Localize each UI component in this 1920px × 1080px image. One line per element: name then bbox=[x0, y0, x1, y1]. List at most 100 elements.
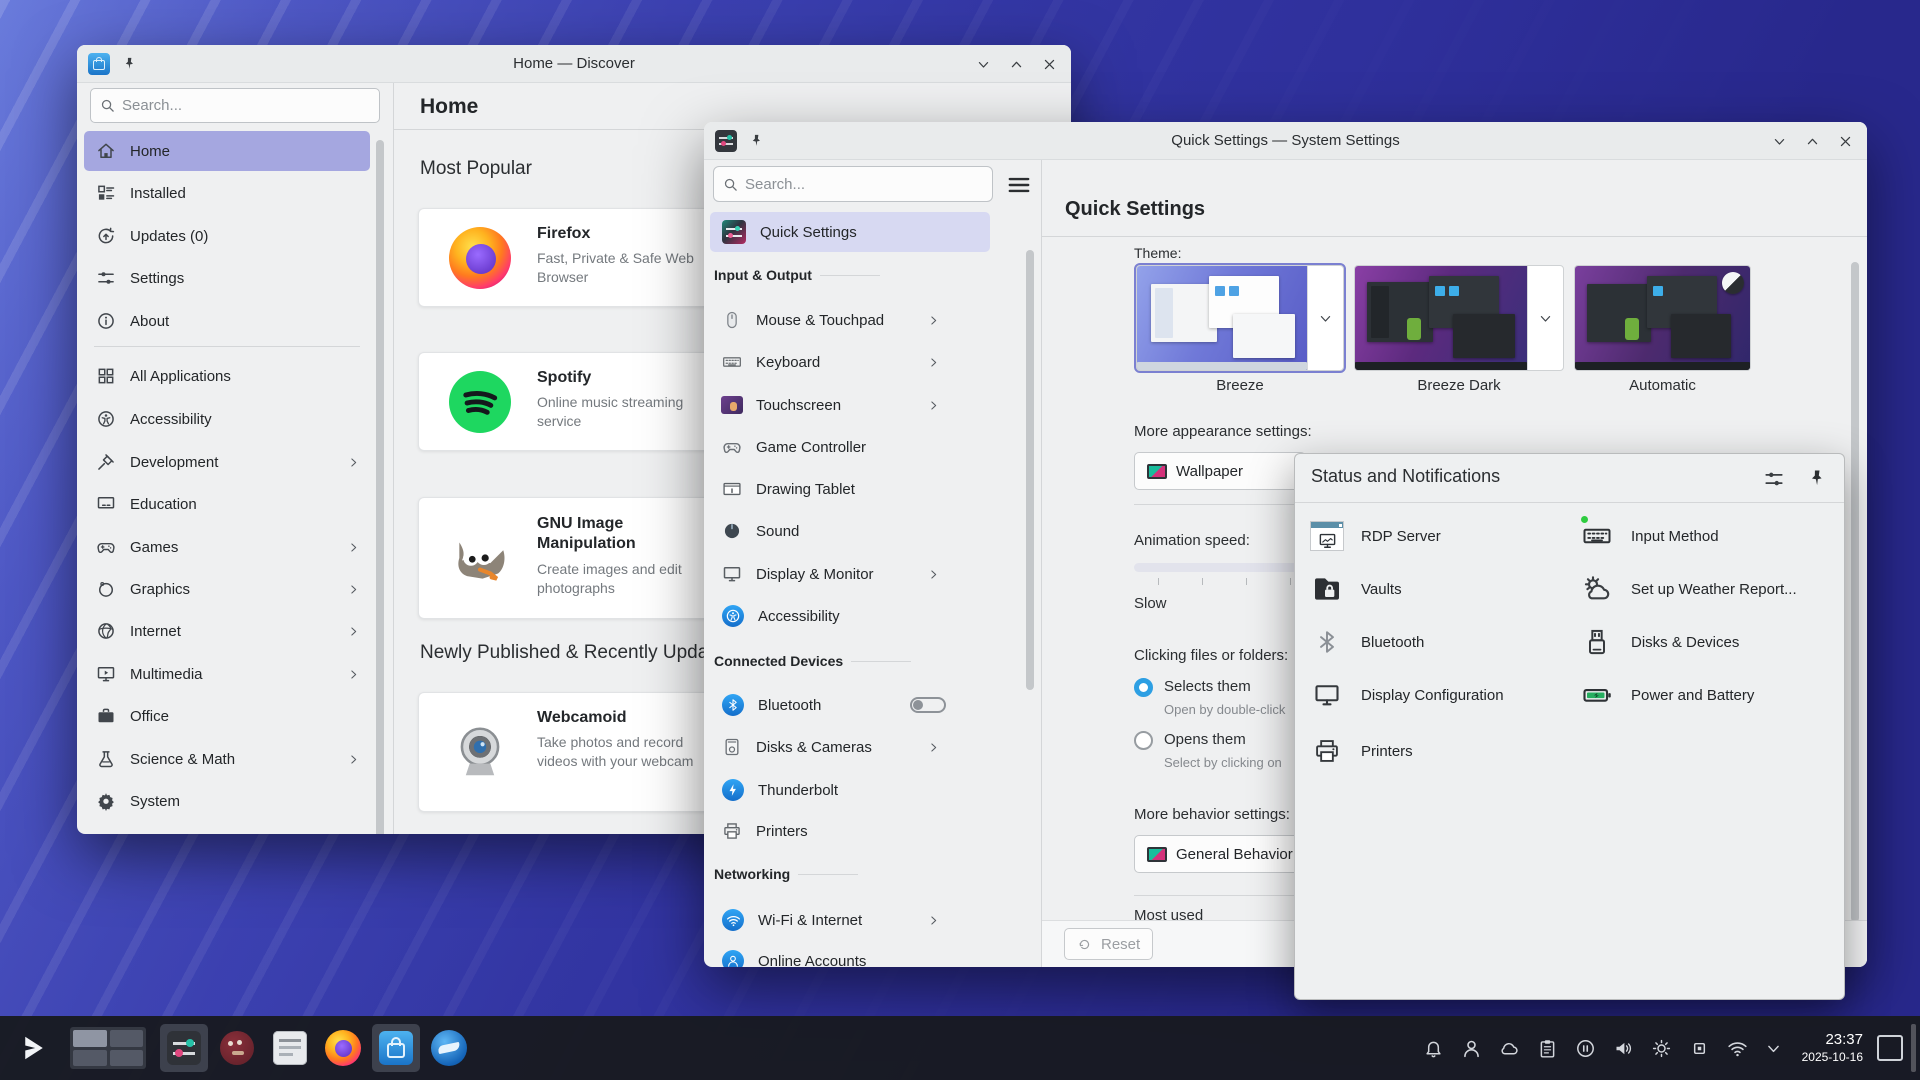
pager-desktop-4[interactable] bbox=[110, 1050, 144, 1067]
dolphin-icon[interactable] bbox=[266, 1024, 314, 1072]
settings-sidebar-scrollbar[interactable] bbox=[1026, 250, 1034, 690]
input-device-icon[interactable] bbox=[1689, 1038, 1710, 1059]
sidebar-item-disks-cameras[interactable]: Disks & Cameras bbox=[710, 727, 990, 767]
radio-opens-sub: Select by clicking on bbox=[1164, 755, 1304, 770]
popup-item-vaults[interactable]: Vaults bbox=[1309, 570, 1559, 608]
user-icon[interactable] bbox=[1461, 1038, 1482, 1059]
reset-button[interactable]: Reset bbox=[1064, 928, 1153, 960]
clipboard-icon[interactable] bbox=[1537, 1038, 1558, 1059]
sidebar-item-wifi-internet[interactable]: Wi-Fi & Internet bbox=[710, 900, 990, 940]
wallpaper-button[interactable]: Wallpaper bbox=[1134, 452, 1306, 490]
tray-expand-chevron-icon[interactable] bbox=[1765, 1040, 1782, 1057]
popup-item-printers[interactable]: Printers bbox=[1309, 732, 1559, 770]
panel-edge-strip[interactable] bbox=[1911, 1024, 1916, 1072]
maximize-icon[interactable] bbox=[1805, 134, 1820, 149]
all-applications-icon bbox=[96, 366, 116, 386]
sidebar-item-thunderbolt[interactable]: Thunderbolt bbox=[710, 770, 990, 810]
close-icon[interactable] bbox=[1838, 134, 1853, 149]
discover-search-input[interactable] bbox=[122, 97, 370, 114]
popup-item-bluetooth[interactable]: Bluetooth bbox=[1309, 623, 1559, 661]
pin-icon[interactable] bbox=[122, 56, 137, 71]
sidebar-item-drawing-tablet[interactable]: Drawing Tablet bbox=[710, 469, 990, 509]
sidebar-item-touchscreen[interactable]: Touchscreen bbox=[710, 385, 990, 425]
sidebar-item-game-controller[interactable]: Game Controller bbox=[710, 427, 990, 467]
maximize-icon[interactable] bbox=[1009, 57, 1024, 72]
sidebar-item-all-applications[interactable]: All Applications bbox=[84, 356, 370, 396]
menu-burger-icon[interactable] bbox=[1006, 172, 1032, 198]
sidebar-item-internet[interactable]: Internet bbox=[84, 611, 370, 651]
discover-sidebar-scrollbar[interactable] bbox=[376, 140, 384, 834]
radio-opens-them[interactable] bbox=[1134, 731, 1153, 750]
sidebar-item-settings[interactable]: Settings bbox=[84, 258, 370, 298]
pin-icon[interactable] bbox=[1807, 468, 1827, 488]
firefox-icon[interactable] bbox=[319, 1024, 367, 1072]
pin-icon[interactable] bbox=[749, 133, 764, 148]
app-launcher-button[interactable] bbox=[10, 1024, 58, 1072]
show-desktop-widget[interactable] bbox=[1877, 1035, 1903, 1061]
popup-item-rdp-server[interactable]: RDP Server bbox=[1309, 517, 1559, 555]
settings-search[interactable] bbox=[713, 166, 993, 202]
sidebar-item-accessibility[interactable]: Accessibility bbox=[84, 399, 370, 439]
sidebar-item-bluetooth[interactable]: Bluetooth bbox=[710, 685, 990, 725]
sidebar-item-development[interactable]: Development bbox=[84, 442, 370, 482]
configure-icon[interactable] bbox=[1763, 468, 1785, 490]
education-icon bbox=[96, 494, 116, 514]
popup-item-disks-devices[interactable]: Disks & Devices bbox=[1579, 623, 1839, 661]
radio-selects-them[interactable] bbox=[1134, 678, 1153, 697]
pager-desktop-2[interactable] bbox=[110, 1030, 144, 1047]
sidebar-item-graphics[interactable]: Graphics bbox=[84, 569, 370, 609]
sidebar-item-updates[interactable]: Updates (0) bbox=[84, 216, 370, 256]
popup-item-power-battery[interactable]: Power and Battery bbox=[1579, 676, 1839, 714]
settings-titlebar[interactable]: Quick Settings — System Settings bbox=[704, 122, 1867, 160]
task-system-settings[interactable] bbox=[160, 1024, 208, 1072]
night-color-sun-icon[interactable] bbox=[1651, 1038, 1672, 1059]
sidebar-item-science-math[interactable]: Science & Math bbox=[84, 739, 370, 779]
theme-breeze-dropdown[interactable] bbox=[1307, 266, 1343, 370]
popup-item-input-method[interactable]: Input Method bbox=[1579, 517, 1839, 555]
pager-desktop-3[interactable] bbox=[73, 1050, 107, 1067]
theme-breeze-dark-dropdown[interactable] bbox=[1527, 266, 1563, 370]
popup-item-weather[interactable]: Set up Weather Report... bbox=[1579, 570, 1839, 608]
theme-card-automatic[interactable] bbox=[1574, 265, 1751, 371]
settings-content-scrollbar[interactable] bbox=[1851, 262, 1859, 922]
sidebar-item-quick-settings[interactable]: Quick Settings bbox=[710, 212, 990, 252]
sidebar-item-online-accounts[interactable]: Online Accounts bbox=[710, 941, 990, 967]
falkon-icon[interactable] bbox=[425, 1024, 473, 1072]
popup-item-display-configuration[interactable]: Display Configuration bbox=[1309, 676, 1579, 714]
theme-card-breeze[interactable] bbox=[1136, 265, 1344, 371]
pager-desktop-1[interactable] bbox=[73, 1030, 107, 1047]
krita-icon[interactable] bbox=[213, 1024, 261, 1072]
minimize-icon[interactable] bbox=[1772, 134, 1787, 149]
virtual-desktop-pager[interactable] bbox=[70, 1027, 146, 1069]
sidebar-item-sound[interactable]: Sound bbox=[710, 511, 990, 551]
sidebar-item-installed[interactable]: Installed bbox=[84, 173, 370, 213]
digital-clock[interactable]: 23:37 2025-10-16 bbox=[1802, 1031, 1863, 1065]
app-desc: Online music streaming service bbox=[537, 393, 697, 431]
sidebar-item-office[interactable]: Office bbox=[84, 696, 370, 736]
sidebar-item-about[interactable]: About bbox=[84, 301, 370, 341]
sidebar-item-system[interactable]: System bbox=[84, 781, 370, 821]
media-pause-icon[interactable] bbox=[1575, 1038, 1596, 1059]
task-discover[interactable] bbox=[372, 1024, 420, 1072]
sidebar-item-printers[interactable]: Printers bbox=[710, 811, 990, 851]
minimize-icon[interactable] bbox=[976, 57, 991, 72]
sidebar-item-education[interactable]: Education bbox=[84, 484, 370, 524]
sidebar-item-keyboard[interactable]: Keyboard bbox=[710, 342, 990, 382]
volume-icon[interactable] bbox=[1613, 1038, 1634, 1059]
sidebar-item-games[interactable]: Games bbox=[84, 527, 370, 567]
sidebar-item-multimedia[interactable]: Multimedia bbox=[84, 654, 370, 694]
bluetooth-toggle[interactable] bbox=[910, 697, 946, 713]
theme-card-breeze-dark[interactable] bbox=[1354, 265, 1564, 371]
notifications-bell-icon[interactable] bbox=[1423, 1038, 1444, 1059]
discover-titlebar[interactable]: Home — Discover bbox=[77, 45, 1071, 83]
settings-search-input[interactable] bbox=[745, 176, 983, 193]
close-icon[interactable] bbox=[1042, 57, 1057, 72]
sidebar-item-display-monitor[interactable]: Display & Monitor bbox=[710, 554, 990, 594]
sidebar-item-accessibility[interactable]: Accessibility bbox=[710, 596, 990, 636]
cloud-sync-icon[interactable] bbox=[1499, 1038, 1520, 1059]
general-behavior-button[interactable]: General Behavior bbox=[1134, 835, 1306, 873]
sidebar-item-mouse-touchpad[interactable]: Mouse & Touchpad bbox=[710, 300, 990, 340]
sidebar-item-home[interactable]: Home bbox=[84, 131, 370, 171]
discover-search[interactable] bbox=[90, 88, 380, 123]
wifi-tray-icon[interactable] bbox=[1727, 1038, 1748, 1059]
